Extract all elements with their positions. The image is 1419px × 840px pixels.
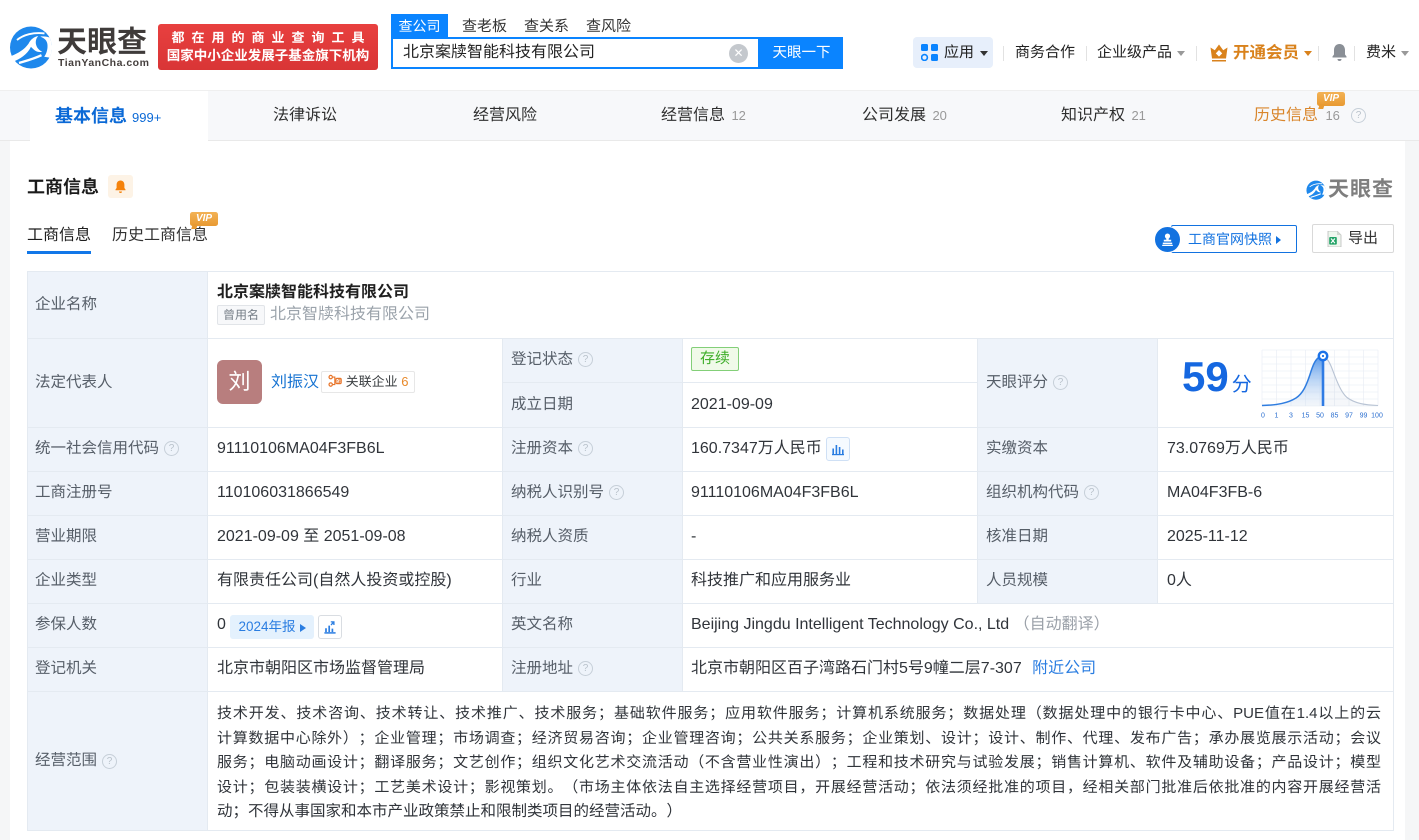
svg-text:97: 97	[1345, 413, 1353, 420]
svg-text:0: 0	[1261, 413, 1265, 420]
svg-text:85: 85	[1331, 413, 1339, 420]
svg-text:1: 1	[1275, 413, 1279, 420]
svg-text:企: 企	[337, 378, 342, 385]
svg-text:15: 15	[1302, 413, 1310, 420]
svg-text:99: 99	[1360, 413, 1368, 420]
svg-text:50: 50	[1316, 413, 1324, 420]
svg-text:100: 100	[1371, 413, 1383, 420]
svg-text:3: 3	[1289, 413, 1293, 420]
